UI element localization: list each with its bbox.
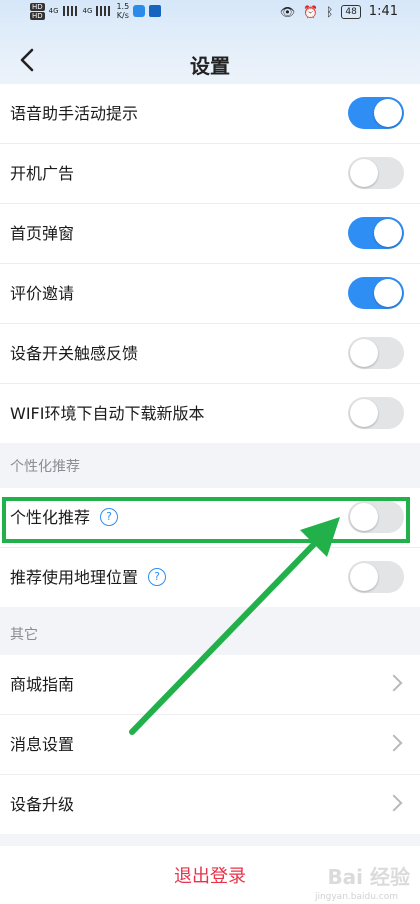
toggle-knob [374, 279, 402, 307]
setting-label: 商城指南 [10, 675, 75, 694]
toggle-knob [374, 219, 402, 247]
header: HD HD 4G 4G 1.5 K/s 👁 ⏰ ᛒ 48 1:41 设置 [0, 0, 420, 95]
app-notification-icon-2 [149, 5, 162, 17]
toggle-knob [350, 159, 378, 187]
highlight-annotation-box [2, 497, 410, 543]
page-title: 设置 [190, 54, 230, 78]
toggle-knob [350, 563, 378, 591]
sim1-badge: HD [30, 2, 45, 11]
toggle-knob [350, 339, 378, 367]
status-bar: HD HD 4G 4G 1.5 K/s 👁 ⏰ ᛒ 48 1:41 [0, 0, 420, 30]
section-title-personalized: 个性化推荐 [10, 459, 80, 475]
voice-assistant-toggle[interactable] [348, 97, 404, 129]
setting-row-location-recommend[interactable]: 推荐使用地理位置? [0, 548, 420, 607]
chevron-right-icon [385, 794, 403, 812]
sim2-badge: HD [30, 11, 45, 20]
setting-label: WIFI环境下自动下载新版本 [10, 404, 205, 423]
haptic-feedback-toggle[interactable] [348, 337, 404, 369]
alarm-icon: ⏰ [303, 4, 319, 19]
home-popup-toggle[interactable] [348, 217, 404, 249]
watermark-logo: Bai 经验 [327, 865, 410, 889]
setting-label: 消息设置 [10, 735, 75, 754]
setting-row-message-settings[interactable]: 消息设置 [0, 715, 420, 775]
setting-row-mall-guide[interactable]: 商城指南 [0, 655, 420, 715]
setting-label: 评价邀请 [10, 284, 75, 303]
setting-row-review-invite[interactable]: 评价邀请 [0, 264, 420, 324]
setting-label: 开机广告 [10, 164, 75, 183]
status-time: 1:41 [368, 4, 398, 19]
setting-label: 设备升级 [10, 795, 75, 814]
setting-row-wifi-auto-download[interactable]: WIFI环境下自动下载新版本 [0, 384, 420, 443]
sim-badges: HD HD [30, 2, 45, 20]
speed-value: 1.5 [116, 2, 130, 11]
status-left: HD HD 4G 4G 1.5 K/s [30, 2, 162, 20]
signal2-icon [96, 6, 113, 16]
network-speed: 1.5 K/s [116, 2, 129, 20]
setting-row-device-upgrade[interactable]: 设备升级 [0, 775, 420, 834]
wifi-auto-download-toggle[interactable] [348, 397, 404, 429]
chevron-right-icon [385, 674, 403, 692]
setting-label: 语音助手活动提示 [10, 104, 139, 123]
section-title-other: 其它 [10, 627, 38, 643]
toggle-knob [350, 399, 378, 427]
setting-row-haptic-feedback[interactable]: 设备开关触感反馈 [0, 324, 420, 384]
setting-label: 推荐使用地理位置? [10, 548, 167, 607]
network2-label: 4G [82, 7, 93, 15]
review-invite-toggle[interactable] [348, 277, 404, 309]
chevron-right-icon [385, 734, 403, 752]
setting-label: 首页弹窗 [10, 224, 75, 243]
speed-unit: K/s [116, 11, 129, 20]
setting-row-boot-ad[interactable]: 开机广告 [0, 144, 420, 204]
app-notification-icon [133, 5, 146, 17]
toggle-knob [374, 99, 402, 127]
status-right: 👁 ⏰ ᛒ 48 1:41 [280, 4, 398, 19]
location-recommend-label: 推荐使用地理位置 [10, 568, 139, 587]
setting-label: 设备开关触感反馈 [10, 344, 139, 363]
network1-label: 4G [48, 7, 59, 15]
bluetooth-icon: ᛒ [326, 4, 334, 19]
question-icon[interactable]: ? [148, 567, 167, 586]
eye-icon: 👁 [279, 4, 296, 19]
other-settings-card: 商城指南 消息设置 设备升级 [0, 655, 420, 834]
setting-row-home-popup[interactable]: 首页弹窗 [0, 204, 420, 264]
boot-ad-toggle[interactable] [348, 157, 404, 189]
watermark-url: jingyan.baidu.com [314, 892, 398, 902]
signal1-icon [62, 6, 79, 16]
general-settings-card: 语音助手活动提示 开机广告 首页弹窗 评价邀请 设备开关触感反馈 WIFI环境下… [0, 84, 420, 443]
setting-row-voice-assistant[interactable]: 语音助手活动提示 [0, 84, 420, 144]
battery-icon: 48 [341, 4, 361, 19]
location-recommend-toggle[interactable] [348, 561, 404, 593]
